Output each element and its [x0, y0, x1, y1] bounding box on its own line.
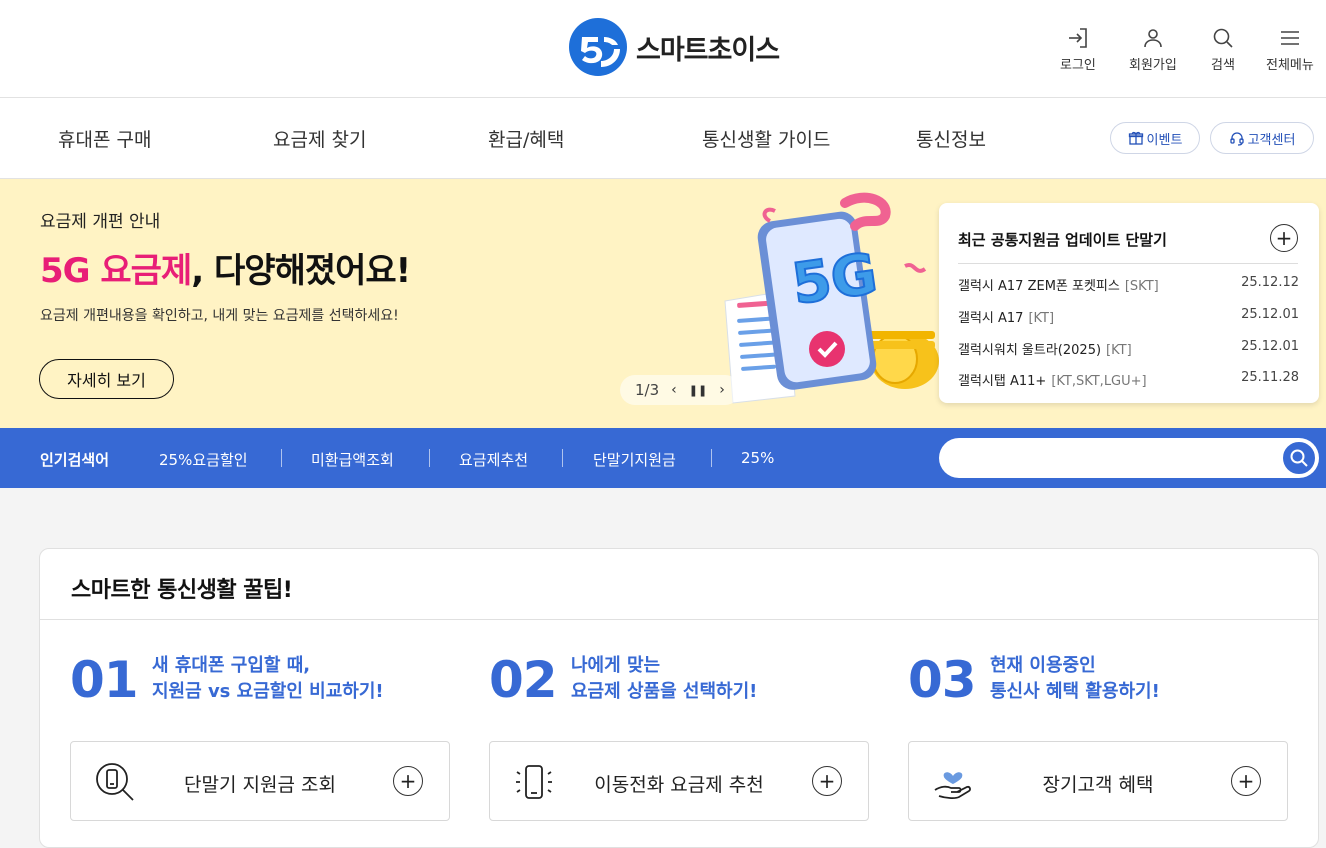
search-input[interactable] [955, 446, 1275, 470]
login-label: 로그인 [1060, 58, 1096, 73]
gift-icon [1128, 131, 1143, 145]
keyword-divider [429, 449, 430, 467]
tips-divider [40, 619, 1318, 620]
all-menu-label: 전체메뉴 [1266, 58, 1314, 73]
update-row[interactable]: 갤럭시 A17 ZEM폰 포켓피스 [SKT] 25.12.12 [958, 275, 1299, 295]
site-header: 스마트초이스 로그인 회원가입 검색 전체메뉴 [0, 0, 1326, 98]
tip-text-line1: 나에게 맞는 [571, 655, 661, 676]
update-row[interactable]: 갤럭시 A17 [KT] 25.12.01 [958, 307, 1299, 327]
update-row-date: 25.12.12 [1241, 275, 1299, 290]
tip-number: 01 [70, 651, 139, 709]
tips-section: 스마트한 통신생활 꿀팁! 01 새 휴대폰 구입할 때, 지원금 vs 요금할… [39, 548, 1319, 848]
search-icon [1290, 449, 1308, 467]
update-row-name: 갤럭시 A17 ZEM폰 포켓피스 [958, 279, 1120, 294]
nav-item-telecom-info[interactable]: 통신정보 [916, 125, 986, 152]
update-card-title: 최근 공통지원금 업데이트 단말기 [958, 231, 1167, 249]
banner-title-rest: , 다양해졌어요! [191, 251, 411, 291]
plus-icon[interactable]: + [1231, 766, 1261, 796]
tip-text-line2: 요금제 상품을 선택하기! [571, 681, 758, 702]
event-button[interactable]: 이벤트 [1110, 122, 1200, 154]
nav-item-guide[interactable]: 통신생활 가이드 [702, 125, 830, 152]
nav-item-phone-purchase[interactable]: 휴대폰 구매 [58, 125, 151, 152]
popular-keyword[interactable]: 요금제추천 [459, 449, 528, 470]
update-row-carrier: [KT] [1106, 343, 1132, 358]
update-row[interactable]: 갤럭시탭 A11+ [KT,SKT,LGU+] 25.11.28 [958, 370, 1299, 390]
tip-text: 현재 이용중인 통신사 혜택 활용하기! [990, 653, 1160, 705]
tips-title: 스마트한 통신생활 꿀팁! [71, 578, 293, 603]
tip-number: 02 [489, 651, 558, 709]
popular-search-label: 인기검색어 [40, 451, 110, 469]
nav-item-refund-benefit[interactable]: 환급/혜택 [488, 125, 564, 152]
keyword-divider [281, 449, 282, 467]
tip-card-device-subsidy[interactable]: 단말기 지원금 조회 + [70, 741, 450, 821]
pager-count: 1/3 [635, 381, 660, 399]
tip-number: 03 [908, 651, 977, 709]
search-box [939, 438, 1319, 478]
tip-text-line2: 지원금 vs 요금할인 비교하기! [152, 681, 384, 702]
site-logo[interactable]: 스마트초이스 [568, 17, 780, 77]
banner-kicker: 요금제 개편 안내 [40, 212, 161, 232]
popular-keyword[interactable]: 25%요금할인 [159, 449, 248, 470]
update-more-plus-icon[interactable]: + [1270, 224, 1298, 252]
nav-item-plan-finder[interactable]: 요금제 찾기 [273, 125, 366, 152]
support-button[interactable]: 고객센터 [1210, 122, 1314, 154]
next-arrow-icon[interactable]: › [719, 382, 725, 398]
prev-arrow-icon[interactable]: ‹ [671, 382, 677, 398]
popular-search-bar: 인기검색어 25%요금할인 미환급액조회 요금제추천 단말기지원금 25% [0, 428, 1326, 488]
update-row-name: 갤럭시 A17 [958, 311, 1024, 326]
update-divider [958, 263, 1298, 264]
tip-card-loyalty-benefit[interactable]: 장기고객 혜택 + [908, 741, 1288, 821]
tip-text: 새 휴대폰 구입할 때, 지원금 vs 요금할인 비교하기! [152, 653, 384, 705]
login-link[interactable]: 로그인 [1060, 26, 1096, 73]
banner-description: 요금제 개편내용을 확인하고, 내게 맞는 요금제를 선택하세요! [40, 308, 399, 324]
update-row-carrier: [KT] [1028, 311, 1055, 326]
event-label: 이벤트 [1146, 132, 1183, 148]
login-icon [1068, 28, 1087, 48]
search-icon [1213, 28, 1233, 48]
banner-title-highlight: 5G 요금제 [40, 251, 192, 291]
banner-detail-button[interactable]: 자세히 보기 [39, 359, 174, 399]
signup-link[interactable]: 회원가입 [1129, 26, 1177, 73]
logo-text: 스마트초이스 [636, 34, 780, 66]
keyword-divider [711, 449, 712, 467]
update-row-name: 갤럭시워치 울트라(2025) [958, 343, 1102, 358]
update-row-name: 갤럭시탭 A11+ [958, 374, 1047, 389]
logo-5g-icon [569, 18, 627, 76]
menu-icon [1280, 31, 1299, 45]
search-label: 검색 [1211, 58, 1235, 73]
popular-keyword[interactable]: 미환급액조회 [311, 449, 394, 470]
headset-icon [1229, 132, 1244, 146]
pause-icon[interactable]: ❚❚ [689, 384, 707, 397]
tip-text-line1: 현재 이용중인 [990, 655, 1096, 676]
hero-banner: 요금제 개편 안내 5G 요금제, 다양해졌어요! 요금제 개편내용을 확인하고… [0, 179, 1326, 428]
search-link[interactable]: 검색 [1211, 26, 1235, 73]
tip-text-line1: 새 휴대폰 구입할 때, [152, 655, 311, 676]
update-row-date: 25.12.01 [1241, 339, 1299, 354]
signup-label: 회원가입 [1129, 58, 1177, 73]
update-row-date: 25.11.28 [1241, 370, 1299, 385]
search-submit-button[interactable] [1281, 440, 1317, 476]
5g-phone-illustration: 5G [724, 192, 939, 404]
device-update-card: 최근 공통지원금 업데이트 단말기 + 갤럭시 A17 ZEM폰 포켓피스 [SK… [939, 203, 1319, 403]
popular-keyword[interactable]: 25% [741, 449, 774, 467]
tip-card-plan-recommend[interactable]: 이동전화 요금제 추천 + [489, 741, 869, 821]
tip-text-line2: 통신사 혜택 활용하기! [990, 681, 1160, 702]
popular-keyword[interactable]: 단말기지원금 [593, 449, 676, 470]
banner-pager: 1/3 ‹ ❚❚ › [620, 375, 740, 405]
support-label: 고객센터 [1247, 132, 1296, 148]
update-row-carrier: [KT,SKT,LGU+] [1051, 374, 1147, 389]
plus-icon[interactable]: + [812, 766, 842, 796]
all-menu-link[interactable]: 전체메뉴 [1266, 26, 1314, 73]
keyword-divider [562, 449, 563, 467]
user-icon [1144, 29, 1162, 48]
plus-icon[interactable]: + [393, 766, 423, 796]
update-row-carrier: [SKT] [1124, 279, 1159, 294]
banner-title: 5G 요금제, 다양해졌어요! [40, 243, 411, 292]
main-nav: 휴대폰 구매 요금제 찾기 환급/혜택 통신생활 가이드 통신정보 이벤트 고객… [0, 98, 1326, 179]
update-row[interactable]: 갤럭시워치 울트라(2025) [KT] 25.12.01 [958, 339, 1299, 359]
update-row-date: 25.12.01 [1241, 307, 1299, 322]
illustration-5g-text: 5G [788, 241, 881, 317]
tip-text: 나에게 맞는 요금제 상품을 선택하기! [571, 653, 757, 705]
